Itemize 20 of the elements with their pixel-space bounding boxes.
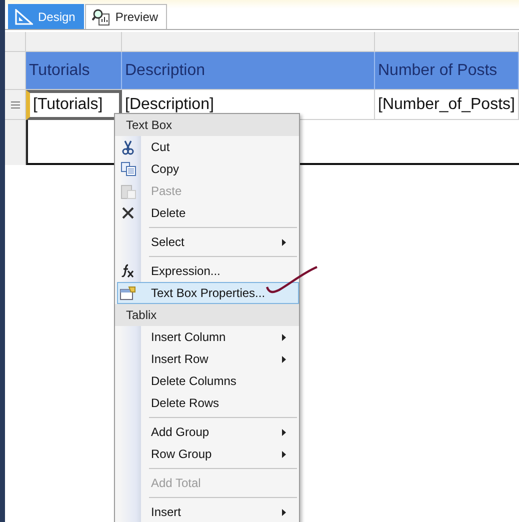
menu-item[interactable]: Delete — [141, 202, 299, 224]
menu-item[interactable]: Delete Columns — [141, 370, 299, 392]
menu-item[interactable]: Insert Row — [141, 348, 299, 370]
tab[interactable]: Preview — [85, 4, 168, 29]
menu-item[interactable]: Cut — [141, 136, 299, 158]
column-header: Number of Posts — [375, 52, 519, 90]
menu-section-header: Text Box — [115, 114, 299, 136]
menu-item[interactable]: Insert Column — [141, 326, 299, 348]
menu-item[interactable]: Select — [141, 231, 299, 253]
menu-item[interactable]: Insert — [141, 501, 299, 522]
menu-item[interactable]: Delete Rows — [141, 392, 299, 414]
menu-item[interactable]: Copy — [141, 158, 299, 180]
column-header: Description — [122, 52, 375, 90]
column-header: Tutorials — [26, 52, 122, 90]
menu-item[interactable]: Row Group — [141, 443, 299, 465]
menu-section-header: Tablix — [115, 304, 299, 326]
menu-item[interactable]: Add Group — [141, 421, 299, 443]
table-cell[interactable]: [Number_of_Posts] — [375, 90, 519, 120]
menu-item[interactable]: Text Box Properties... — [117, 282, 299, 304]
menu-item[interactable]: Expression... — [141, 260, 299, 282]
